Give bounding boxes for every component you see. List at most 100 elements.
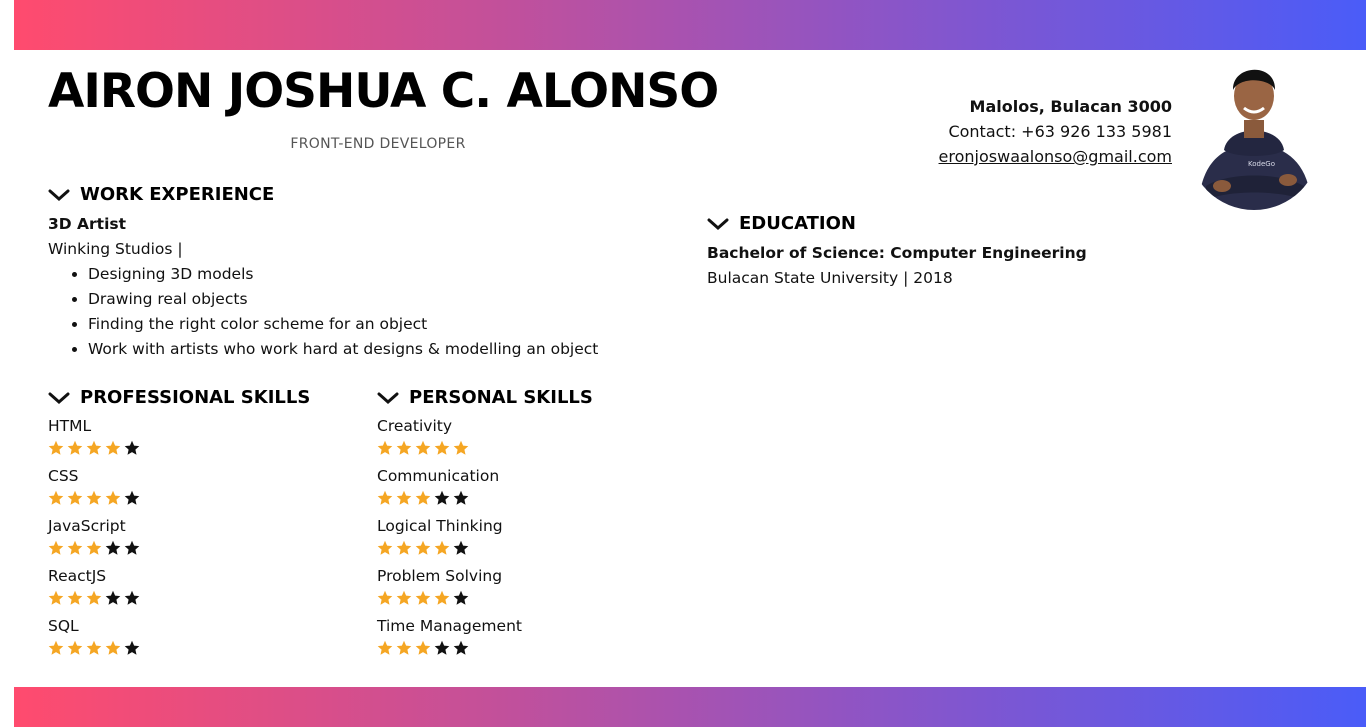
star-filled-icon	[105, 440, 121, 455]
skill-name: Problem Solving	[377, 567, 503, 585]
star-filled-icon	[396, 590, 412, 605]
star-filled-icon	[67, 540, 83, 555]
skill-name: JavaScript	[48, 517, 126, 535]
duties-list: Designing 3D models Drawing real objects…	[48, 262, 598, 362]
chevron-down-icon	[48, 189, 70, 201]
education-section: Bachelor of Science: Computer Engineerin…	[707, 241, 1087, 291]
hoodie-logo: KodeGo	[1248, 160, 1275, 168]
star-empty-icon	[434, 490, 450, 505]
skill-name: SQL	[48, 617, 79, 635]
star-filled-icon	[415, 590, 431, 605]
star-filled-icon	[377, 590, 393, 605]
star-filled-icon	[86, 640, 102, 655]
star-filled-icon	[86, 590, 102, 605]
star-filled-icon	[67, 640, 83, 655]
star-filled-icon	[105, 490, 121, 505]
contact-block: Malolos, Bulacan 3000 Contact: +63 926 1…	[939, 94, 1172, 169]
list-item: Finding the right color scheme for an ob…	[88, 312, 598, 337]
skill-row: HTML	[48, 416, 140, 466]
skill-row: Problem Solving	[377, 566, 522, 616]
star-rating	[48, 438, 140, 458]
list-item: Designing 3D models	[88, 262, 598, 287]
star-filled-icon	[377, 640, 393, 655]
star-empty-icon	[124, 490, 140, 505]
star-rating	[48, 538, 140, 558]
professional-skills-list: HTML CSS JavaScript ReactJS SQL	[48, 416, 140, 666]
chevron-down-icon	[377, 392, 399, 404]
work-experience-heading[interactable]: WORK EXPERIENCE	[48, 184, 274, 205]
star-rating	[48, 638, 140, 658]
section-title-label: EDUCATION	[739, 213, 856, 234]
star-filled-icon	[434, 440, 450, 455]
star-filled-icon	[48, 590, 64, 605]
star-empty-icon	[124, 440, 140, 455]
star-rating	[48, 588, 140, 608]
job-title: 3D Artist	[48, 215, 127, 233]
star-filled-icon	[48, 540, 64, 555]
skill-row: Logical Thinking	[377, 516, 522, 566]
email-link[interactable]: eronjoswaalonso@gmail.com	[939, 147, 1172, 166]
skill-row: Communication	[377, 466, 522, 516]
skill-name: CSS	[48, 467, 79, 485]
star-empty-icon	[105, 540, 121, 555]
star-filled-icon	[67, 590, 83, 605]
company: Winking Studios |	[48, 240, 183, 258]
bottom-gradient-bar	[14, 687, 1366, 727]
job-role: FRONT-END DEVELOPER	[290, 136, 466, 152]
star-filled-icon	[377, 490, 393, 505]
star-filled-icon	[396, 440, 412, 455]
school: Bulacan State University | 2018	[707, 269, 953, 287]
star-filled-icon	[415, 640, 431, 655]
avatar-illustration: KodeGo	[1188, 54, 1320, 210]
star-empty-icon	[453, 590, 469, 605]
star-filled-icon	[434, 590, 450, 605]
chevron-down-icon	[48, 392, 70, 404]
star-filled-icon	[415, 440, 431, 455]
degree: Bachelor of Science: Computer Engineerin…	[707, 244, 1087, 262]
personal-skills-heading[interactable]: PERSONAL SKILLS	[377, 387, 593, 408]
work-experience-section: 3D Artist Winking Studios | Designing 3D…	[48, 212, 598, 362]
star-rating	[377, 538, 522, 558]
star-empty-icon	[453, 490, 469, 505]
star-filled-icon	[396, 490, 412, 505]
address: Malolos, Bulacan 3000	[969, 97, 1172, 116]
profile-photo: KodeGo	[1188, 54, 1320, 210]
star-empty-icon	[124, 640, 140, 655]
list-item: Drawing real objects	[88, 287, 598, 312]
star-rating	[377, 438, 522, 458]
star-filled-icon	[377, 440, 393, 455]
skill-name: Creativity	[377, 417, 453, 435]
skill-name: ReactJS	[48, 567, 107, 585]
skill-name: HTML	[48, 417, 92, 435]
skill-row: ReactJS	[48, 566, 140, 616]
phone: Contact: +63 926 133 5981	[948, 122, 1172, 141]
skill-row: Time Management	[377, 616, 522, 666]
star-filled-icon	[48, 440, 64, 455]
star-filled-icon	[377, 540, 393, 555]
star-empty-icon	[124, 540, 140, 555]
section-title-label: WORK EXPERIENCE	[80, 184, 275, 205]
star-empty-icon	[453, 540, 469, 555]
star-filled-icon	[86, 440, 102, 455]
star-filled-icon	[396, 640, 412, 655]
top-gradient-bar	[14, 0, 1366, 50]
education-heading[interactable]: EDUCATION	[707, 213, 856, 234]
star-rating	[377, 588, 522, 608]
list-item: Work with artists who work hard at desig…	[88, 337, 598, 362]
star-filled-icon	[453, 440, 469, 455]
skill-name: Communication	[377, 467, 500, 485]
star-filled-icon	[67, 490, 83, 505]
skill-name: Time Management	[377, 617, 522, 635]
star-filled-icon	[48, 640, 64, 655]
star-filled-icon	[415, 540, 431, 555]
star-empty-icon	[124, 590, 140, 605]
star-filled-icon	[396, 540, 412, 555]
star-empty-icon	[453, 640, 469, 655]
star-filled-icon	[86, 490, 102, 505]
section-title-label: PERSONAL SKILLS	[409, 387, 593, 408]
skill-row: JavaScript	[48, 516, 140, 566]
professional-skills-heading[interactable]: PROFESSIONAL SKILLS	[48, 387, 310, 408]
chevron-down-icon	[707, 218, 729, 230]
star-empty-icon	[105, 590, 121, 605]
star-filled-icon	[434, 540, 450, 555]
